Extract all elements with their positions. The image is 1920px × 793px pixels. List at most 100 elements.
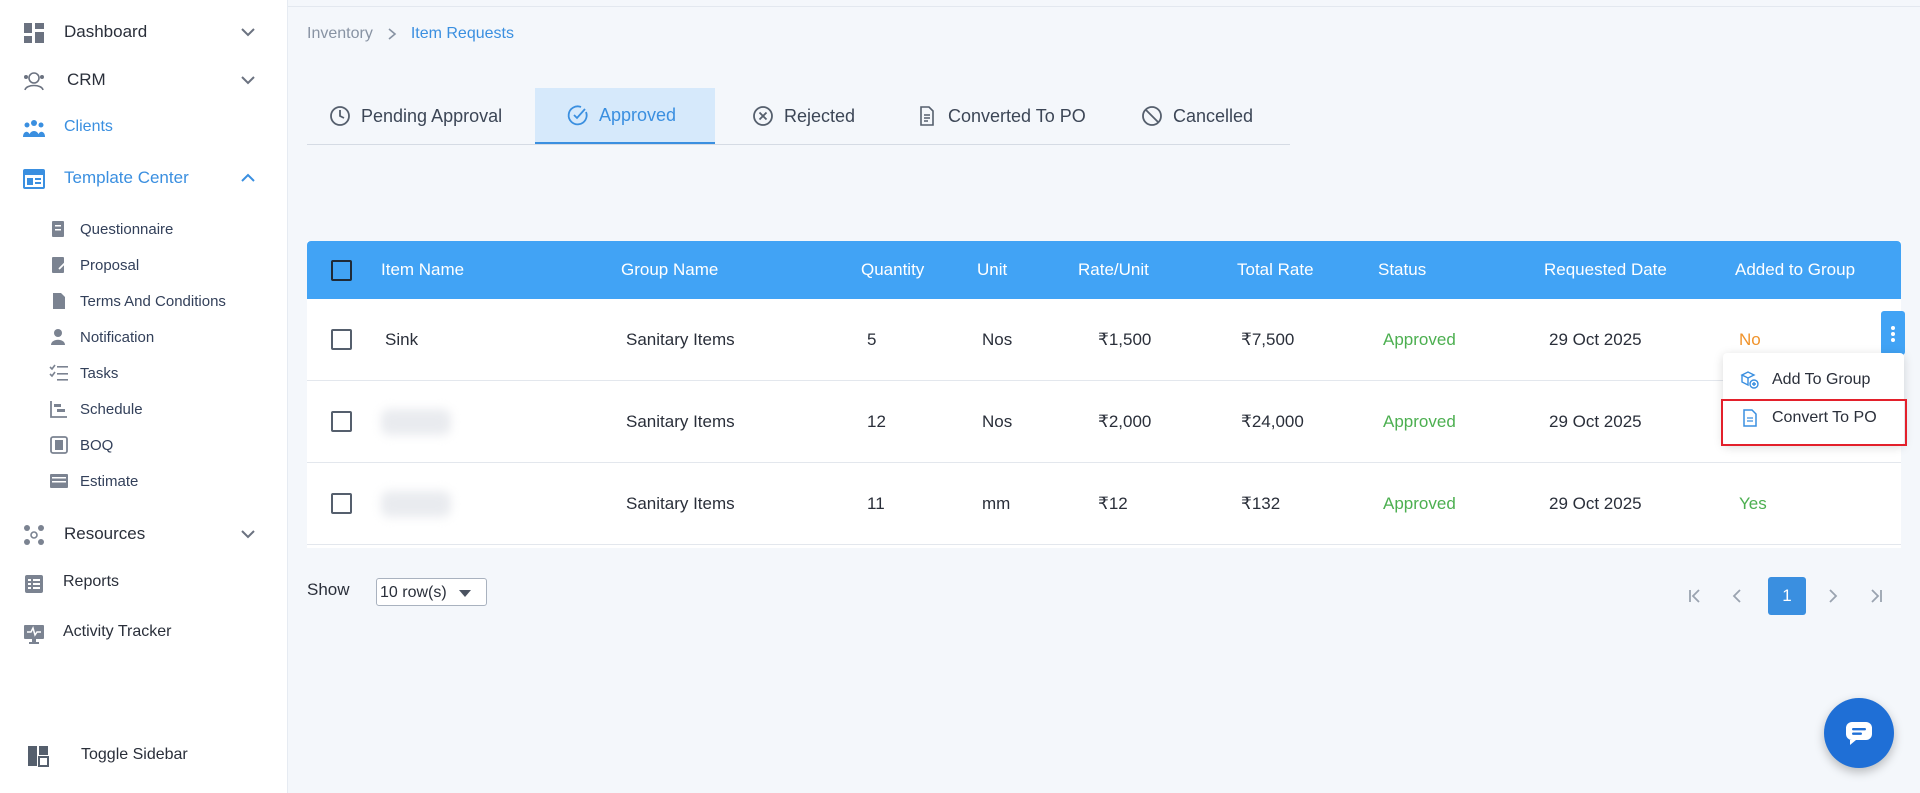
sidebar-item-label: CRM (67, 70, 106, 89)
reports-icon (25, 575, 43, 593)
cell-rate-unit: ₹12 (1098, 494, 1128, 513)
sidebar-item-label: Terms And Conditions (80, 293, 226, 310)
sidebar-item-proposal[interactable]: Proposal (0, 249, 288, 283)
sidebar-item-crm[interactable]: CRM (0, 60, 288, 100)
highlight-box (1721, 399, 1907, 446)
row-checkbox[interactable] (331, 411, 352, 432)
column-header-added-to-group[interactable]: Added to Group (1735, 260, 1855, 280)
tab-pending-approval[interactable]: Pending Approval (329, 88, 502, 144)
sidebar-item-activity-tracker[interactable]: Activity Tracker (0, 613, 288, 653)
sidebar-item-clients[interactable]: Clients (0, 108, 288, 148)
sidebar-item-boq[interactable]: BOQ (0, 429, 288, 463)
cell-rate-unit: ₹2,000 (1098, 412, 1152, 431)
sidebar-item-label: Schedule (80, 401, 143, 418)
cell-quantity: 12 (867, 412, 886, 431)
sidebar-item-label: Tasks (80, 365, 119, 382)
add-to-group-icon (1740, 371, 1759, 389)
cell-quantity: 11 (867, 494, 885, 513)
sidebar-item-label: Reports (63, 573, 120, 590)
blurred-item-name (381, 409, 451, 435)
tab-label: Rejected (784, 105, 856, 126)
sidebar-item-label: Estimate (80, 473, 139, 490)
chevron-right-icon (1829, 589, 1838, 603)
document-icon (53, 293, 65, 309)
table-row: Sanitary Items 12 Nos ₹2,000 ₹24,000 App… (307, 381, 1901, 463)
chevron-down-icon (241, 530, 255, 539)
page-number-button[interactable]: 1 (1768, 577, 1806, 615)
rows-per-page-select[interactable]: 10 row(s) (376, 578, 487, 606)
cell-requested-date: 29 Oct 2025 (1549, 494, 1642, 513)
tab-label: Cancelled (1173, 105, 1254, 126)
cell-total-rate: ₹24,000 (1241, 412, 1304, 431)
sidebar-item-questionnaire[interactable]: Questionnaire (0, 213, 288, 247)
chevron-down-icon (241, 76, 255, 85)
next-page-button[interactable] (1813, 577, 1851, 615)
menu-item-label: Add To Group (1772, 371, 1871, 388)
column-header-item-name[interactable]: Item Name (381, 260, 464, 280)
column-header-rate-unit[interactable]: Rate/Unit (1078, 260, 1149, 280)
boq-icon (50, 436, 68, 454)
breadcrumb-item-requests: Item Requests (410, 25, 514, 42)
sidebar-item-terms[interactable]: Terms And Conditions (0, 285, 288, 319)
cell-status: Approved (1383, 412, 1456, 431)
sidebar-item-reports[interactable]: Reports (0, 563, 288, 603)
row-actions-button[interactable] (1881, 311, 1905, 355)
sidebar-item-template-center[interactable]: Template Center (0, 158, 288, 198)
proposal-icon (52, 257, 67, 273)
chevron-left-icon (1732, 589, 1741, 603)
tab-rejected[interactable]: Rejected (752, 88, 855, 144)
last-page-button[interactable] (1857, 577, 1895, 615)
chevron-up-icon (241, 173, 255, 182)
toggle-sidebar-icon (28, 746, 49, 767)
tab-approved[interactable]: Approved (535, 88, 715, 144)
dashboard-icon (24, 23, 44, 43)
select-all-checkbox[interactable] (331, 260, 352, 281)
row-checkbox[interactable] (331, 329, 352, 350)
column-header-unit[interactable]: Unit (977, 260, 1007, 280)
caret-down-icon (459, 590, 471, 597)
show-label: Show (307, 580, 350, 599)
column-header-status[interactable]: Status (1378, 260, 1426, 280)
sidebar-item-resources[interactable]: Resources (0, 514, 288, 554)
sidebar-item-label: Template Center (64, 168, 189, 187)
menu-item-add-to-group[interactable]: Add To Group (1723, 360, 1904, 400)
template-icon (23, 169, 45, 189)
column-header-group-name[interactable]: Group Name (621, 260, 718, 280)
last-page-icon (1871, 589, 1882, 603)
cell-added-to-group: No (1739, 330, 1761, 349)
sidebar-item-label: Resources (64, 524, 146, 543)
sidebar-item-schedule[interactable]: Schedule (0, 393, 288, 427)
previous-page-button[interactable] (1719, 577, 1757, 615)
column-header-requested-date[interactable]: Requested Date (1544, 260, 1667, 280)
tab-label: Approved (599, 104, 677, 125)
breadcrumb: Inventory Item Requests (307, 25, 514, 43)
tab-converted-to-po[interactable]: Converted To PO (916, 88, 1086, 144)
sidebar-item-tasks[interactable]: Tasks (0, 357, 288, 391)
sidebar-item-estimate[interactable]: Estimate (0, 465, 288, 499)
chat-button[interactable] (1824, 698, 1894, 768)
item-requests-table: Item Name Group Name Quantity Unit Rate/… (307, 241, 1905, 548)
check-circle-icon (567, 105, 588, 126)
sidebar-item-label: Activity Tracker (63, 623, 172, 640)
row-checkbox[interactable] (331, 493, 352, 514)
cell-item-name: Sink (385, 330, 419, 349)
sidebar-item-dashboard[interactable]: Dashboard (0, 12, 288, 52)
toggle-sidebar-button[interactable]: Toggle Sidebar (0, 736, 288, 776)
clients-icon (23, 120, 45, 137)
breadcrumb-inventory[interactable]: Inventory (307, 25, 373, 43)
estimate-icon (50, 474, 68, 488)
sidebar-item-label: Dashboard (64, 22, 148, 41)
crm-icon (24, 72, 44, 91)
resources-icon (24, 525, 44, 545)
x-circle-icon (753, 106, 773, 126)
tab-cancelled[interactable]: Cancelled (1141, 88, 1253, 144)
table-row: Sink Sanitary Items 5 Nos ₹1,500 ₹7,500 … (307, 299, 1905, 381)
sidebar-item-notification[interactable]: Notification (0, 321, 288, 355)
cell-status: Approved (1383, 330, 1456, 349)
first-page-button[interactable] (1676, 577, 1714, 615)
chevron-down-icon (241, 28, 255, 37)
user-notification-icon (51, 329, 65, 345)
column-header-total-rate[interactable]: Total Rate (1237, 260, 1314, 280)
cell-requested-date: 29 Oct 2025 (1549, 412, 1642, 431)
column-header-quantity[interactable]: Quantity (861, 260, 924, 280)
